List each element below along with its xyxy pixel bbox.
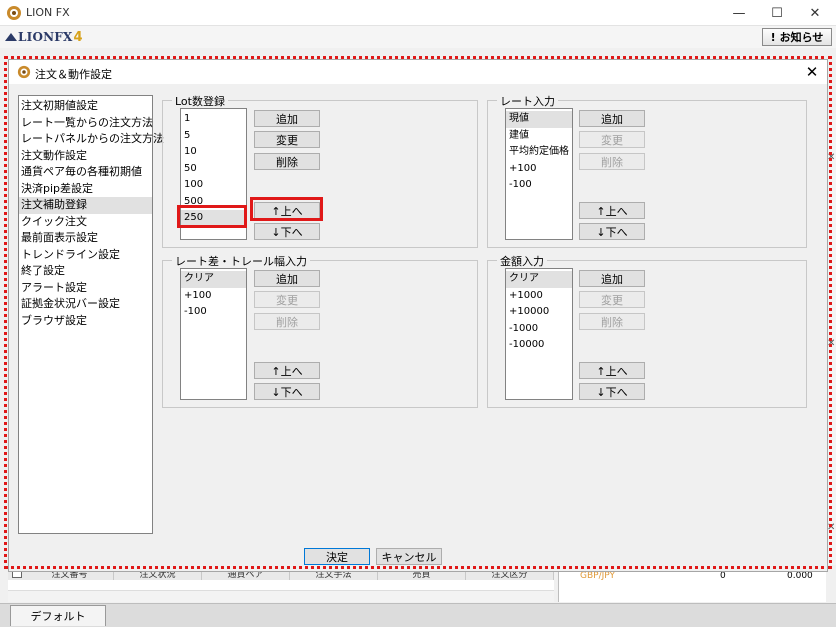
nav-item-browser[interactable]: ブラウザ設定 [19, 313, 152, 330]
dialog-title: 注文＆動作設定 [35, 68, 112, 81]
rate-down-button[interactable]: ↓下へ [579, 223, 645, 240]
list-item[interactable]: 平均約定価格 [506, 144, 572, 161]
trail-change-button[interactable]: 変更 [254, 291, 320, 308]
rate-group-label: レート入力 [497, 93, 558, 109]
amount-group-label: 金額入力 [497, 253, 547, 269]
trail-add-button[interactable]: 追加 [254, 270, 320, 287]
trail-down-button[interactable]: ↓下へ [254, 383, 320, 400]
logo-mark-icon [5, 33, 17, 41]
list-item[interactable]: +100 [181, 288, 246, 305]
list-item-selected[interactable]: クリア [506, 271, 572, 288]
list-item[interactable]: +1000 [506, 288, 572, 305]
rate-delete-button[interactable]: 削除 [579, 153, 645, 170]
list-item[interactable]: 1 [181, 111, 246, 128]
logo-version: 4 [73, 29, 83, 45]
list-item-selected[interactable]: クリア [181, 271, 246, 288]
nav-item-order-defaults[interactable]: 注文初期値設定 [19, 98, 152, 115]
nav-item-always-on-top[interactable]: 最前面表示設定 [19, 230, 152, 247]
rate-up-button[interactable]: ↑上へ [579, 202, 645, 219]
amount-change-button[interactable]: 変更 [579, 291, 645, 308]
rate-price: 0.000 [787, 571, 813, 581]
nav-item-pair-defaults[interactable]: 通貨ペア毎の各種初期値 [19, 164, 152, 181]
lot-change-button[interactable]: 変更 [254, 131, 320, 148]
nav-item-order-assist[interactable]: 注文補助登録 [19, 197, 152, 214]
maximize-button[interactable]: ☐ [758, 0, 796, 26]
lion-app-icon [7, 6, 21, 20]
list-item[interactable]: 5 [181, 128, 246, 145]
cancel-button[interactable]: キャンセル [376, 548, 442, 565]
lot-down-button[interactable]: ↓下へ [254, 223, 320, 240]
ok-button[interactable]: 決定 [304, 548, 370, 565]
app-titlebar [0, 0, 836, 26]
list-item[interactable]: 建値 [506, 128, 572, 145]
list-item[interactable]: 10 [181, 144, 246, 161]
rate-change-button[interactable]: 変更 [579, 131, 645, 148]
panel-close-icon: ✕ [827, 338, 836, 349]
nav-item-order-behavior[interactable]: 注文動作設定 [19, 148, 152, 165]
list-item[interactable]: +10000 [506, 304, 572, 321]
nav-item-trendline[interactable]: トレンドライン設定 [19, 247, 152, 264]
layout-tab-default[interactable]: デフォルト [10, 605, 106, 626]
trail-delete-button[interactable]: 削除 [254, 313, 320, 330]
horizontal-scrollbar[interactable] [8, 590, 554, 602]
highlight-box [177, 205, 247, 228]
list-item[interactable]: +100 [506, 161, 572, 178]
list-item[interactable]: -10000 [506, 337, 572, 354]
amount-list: クリア +1000 +10000 -1000 -10000 [505, 268, 573, 400]
rate-add-button[interactable]: 追加 [579, 110, 645, 127]
bottom-bar [0, 603, 836, 627]
lot-add-button[interactable]: 追加 [254, 110, 320, 127]
dialog-titlebar [9, 60, 827, 84]
rate-value: 0 [720, 571, 726, 581]
amount-delete-button[interactable]: 削除 [579, 313, 645, 330]
settings-nav: 注文初期値設定 レート一覧からの注文方法 レートパネルからの注文方法 注文動作設… [18, 95, 164, 534]
dialog-close-button[interactable]: ✕ [802, 62, 822, 82]
highlight-box [250, 197, 323, 221]
trail-list: クリア +100 -100 [180, 268, 247, 400]
list-item[interactable]: 100 [181, 177, 246, 194]
app-title: LION FX [26, 6, 70, 19]
panel-close-icon: ✕ [827, 152, 836, 163]
lot-delete-button[interactable]: 削除 [254, 153, 320, 170]
notice-button-label: お知らせ [779, 31, 824, 44]
trail-group-label: レート差・トレール幅入力 [172, 253, 310, 269]
trail-up-button[interactable]: ↑上へ [254, 362, 320, 379]
logo-text: LIONFX [18, 30, 73, 44]
amount-down-button[interactable]: ↓下へ [579, 383, 645, 400]
rate-list: 現値 建値 平均約定価格 +100 -100 [505, 108, 573, 240]
list-item[interactable]: -100 [506, 177, 572, 194]
close-window-button[interactable]: ✕ [796, 0, 834, 26]
list-item[interactable]: -100 [181, 304, 246, 321]
nav-item-exit[interactable]: 終了設定 [19, 263, 152, 280]
amount-add-button[interactable]: 追加 [579, 270, 645, 287]
rate-pair[interactable]: GBP/JPY [580, 571, 615, 581]
minimize-button[interactable]: — [720, 0, 758, 26]
lion-dialog-icon [17, 65, 31, 79]
nav-item-rate-list-order[interactable]: レート一覧からの注文方法 [19, 115, 153, 132]
notice-button[interactable]: ! お知らせ [762, 28, 832, 46]
list-item[interactable]: 50 [181, 161, 246, 178]
nav-item-alert[interactable]: アラート設定 [19, 280, 152, 297]
lot-group-label: Lot数登録 [172, 93, 228, 109]
list-item-selected[interactable]: 現値 [506, 111, 572, 128]
nav-item-quick-order[interactable]: クイック注文 [19, 214, 152, 231]
exclamation-icon: ! [770, 30, 776, 44]
nav-item-margin-bar[interactable]: 証拠金状況バー設定 [19, 296, 152, 313]
nav-item-settlement-pip[interactable]: 決済pip差設定 [19, 181, 152, 198]
app-logo: LIONFX 4 [4, 29, 83, 45]
nav-item-rate-panel-order[interactable]: レートパネルからの注文方法 [19, 131, 164, 148]
app-toolbar [0, 26, 836, 48]
panel-close-icon: ✕ [827, 522, 836, 533]
amount-up-button[interactable]: ↑上へ [579, 362, 645, 379]
list-item[interactable]: -1000 [506, 321, 572, 338]
